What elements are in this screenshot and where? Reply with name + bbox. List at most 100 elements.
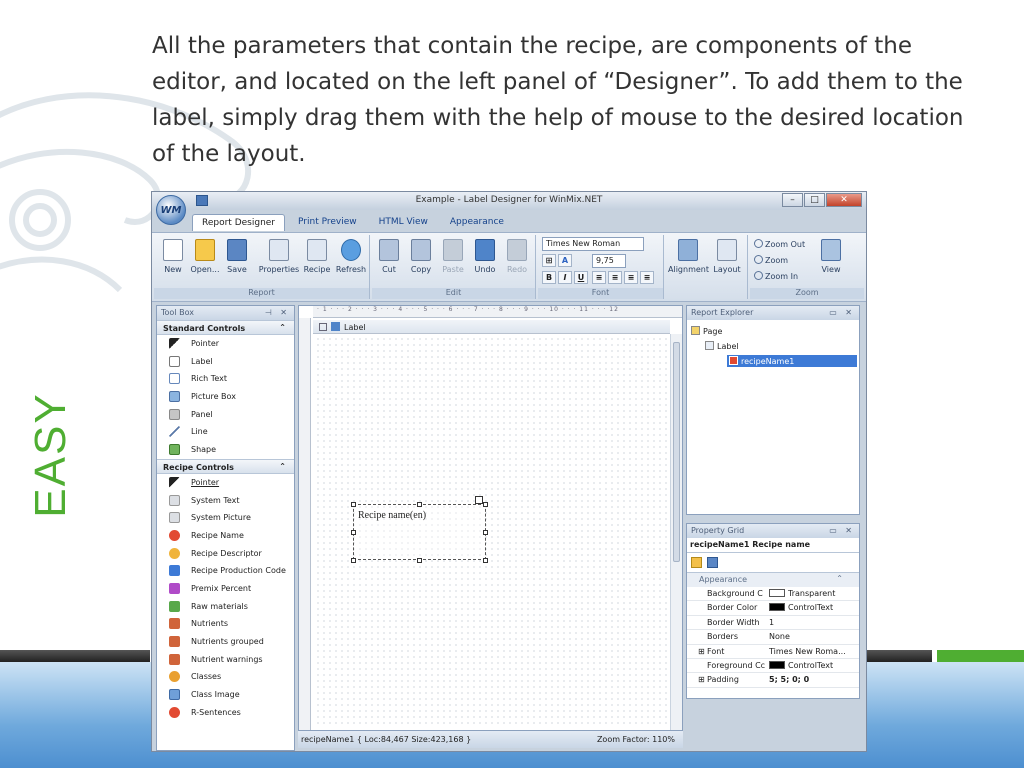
text-style-icon[interactable]: ⊞ bbox=[542, 254, 556, 267]
tool-item[interactable]: Shape bbox=[157, 441, 294, 459]
tab-appearance[interactable]: Appearance bbox=[441, 214, 513, 231]
appearance-category[interactable]: Appearance ⌃ bbox=[687, 573, 859, 587]
property-row[interactable]: Borders None bbox=[687, 630, 859, 645]
resize-handle[interactable] bbox=[351, 530, 356, 535]
tool-item[interactable]: System Text bbox=[157, 492, 294, 510]
tool-item[interactable]: Premix Percent bbox=[157, 580, 294, 598]
property-grid-window-icons[interactable]: ▭ ✕ bbox=[829, 526, 855, 535]
designer-surface[interactable]: · 1 · · · 2 · · · 3 · · · 4 · · · 5 · · … bbox=[298, 305, 683, 747]
expand-icon[interactable]: ⊞ bbox=[698, 647, 705, 656]
italic-button[interactable]: I bbox=[558, 271, 572, 284]
properties-button[interactable]: Properties bbox=[258, 239, 300, 274]
resize-handle[interactable] bbox=[483, 558, 488, 563]
toolbox-pin-close-icons[interactable]: ⊣ ✕ bbox=[265, 308, 290, 317]
copy-button[interactable]: Copy bbox=[406, 239, 436, 274]
refresh-button[interactable]: Refresh bbox=[334, 239, 368, 274]
explorer-window-icons[interactable]: ▭ ✕ bbox=[829, 308, 855, 317]
standard-controls-header[interactable]: Standard Controls ⌃ bbox=[157, 320, 294, 335]
align-left-icon[interactable]: ≡ bbox=[592, 271, 606, 284]
recipe-name-element[interactable]: Recipe name(en) bbox=[353, 504, 486, 560]
tool-item[interactable]: Label bbox=[157, 353, 294, 371]
tool-item[interactable]: Picture Box bbox=[157, 388, 294, 406]
tool-item[interactable]: Raw materials bbox=[157, 598, 294, 616]
tree-node-page[interactable]: Page bbox=[691, 326, 722, 336]
resize-handle[interactable] bbox=[351, 502, 356, 507]
alignment-button[interactable]: Alignment bbox=[668, 239, 709, 274]
design-grid[interactable]: Recipe name(en) bbox=[315, 336, 669, 724]
tool-item[interactable]: Pointer bbox=[157, 474, 294, 492]
open-button[interactable]: Open... bbox=[190, 239, 220, 274]
scroll-thumb[interactable] bbox=[673, 342, 680, 562]
tool-item[interactable]: Recipe Descriptor bbox=[157, 545, 294, 563]
tool-item[interactable]: Rich Text bbox=[157, 370, 294, 388]
resize-handle[interactable] bbox=[483, 502, 488, 507]
maximize-button[interactable]: □ bbox=[804, 193, 825, 207]
redo-button[interactable]: Redo bbox=[502, 239, 532, 274]
categorized-icon[interactable] bbox=[691, 557, 702, 568]
zoom-button[interactable]: Zoom bbox=[754, 255, 788, 265]
zoom-out-button[interactable]: Zoom Out bbox=[754, 239, 805, 249]
label-band-header[interactable]: Label bbox=[313, 320, 670, 334]
tool-item[interactable]: R-Sentences bbox=[157, 704, 294, 722]
nutrients-grouped-icon bbox=[169, 636, 180, 647]
tool-item[interactable]: Pointer bbox=[157, 335, 294, 353]
quick-save-icon[interactable] bbox=[196, 195, 208, 206]
expand-icon[interactable]: ⊞ bbox=[698, 675, 705, 684]
alphabetical-icon[interactable] bbox=[707, 557, 718, 568]
property-row[interactable]: Background C Transparent bbox=[687, 587, 859, 602]
tool-item[interactable]: Class Image bbox=[157, 686, 294, 704]
selected-object-select[interactable]: recipeName1 Recipe name bbox=[687, 538, 859, 553]
tool-item[interactable]: Classes bbox=[157, 668, 294, 686]
tab-html-view[interactable]: HTML View bbox=[370, 214, 437, 231]
tab-print-preview[interactable]: Print Preview bbox=[289, 214, 366, 231]
tool-item[interactable]: Recipe Name bbox=[157, 527, 294, 545]
tab-report-designer[interactable]: Report Designer bbox=[192, 214, 286, 231]
app-orb-button[interactable]: WM bbox=[156, 195, 186, 225]
recipe-button[interactable]: Recipe bbox=[302, 239, 332, 274]
tool-item[interactable]: Panel bbox=[157, 406, 294, 424]
view-button[interactable]: View bbox=[816, 239, 846, 274]
tool-item[interactable]: Nutrient warnings bbox=[157, 651, 294, 669]
tool-item[interactable]: Nutrients grouped bbox=[157, 633, 294, 651]
align-right-icon[interactable]: ≡ bbox=[624, 271, 638, 284]
align-center-icon[interactable]: ≡ bbox=[608, 271, 622, 284]
tool-item[interactable]: Line bbox=[157, 423, 294, 441]
undo-button[interactable]: Undo bbox=[470, 239, 500, 274]
new-button[interactable]: New bbox=[158, 239, 188, 274]
layout-button[interactable]: Layout bbox=[712, 239, 742, 274]
tool-item[interactable]: Recipe Production Code bbox=[157, 562, 294, 580]
raw-materials-icon bbox=[169, 600, 180, 612]
tree-node-label[interactable]: Label bbox=[705, 341, 739, 351]
color-swatch bbox=[769, 589, 785, 597]
minimize-button[interactable]: – bbox=[782, 193, 803, 207]
resize-handle[interactable] bbox=[351, 558, 356, 563]
recipe-controls-header[interactable]: Recipe Controls ⌃ bbox=[157, 458, 294, 474]
property-row[interactable]: ⊞ Font Times New Roma... bbox=[687, 645, 859, 659]
underline-button[interactable]: U bbox=[574, 271, 588, 284]
save-button[interactable]: Save bbox=[222, 239, 252, 274]
property-row[interactable]: Border Width 1 bbox=[687, 616, 859, 631]
property-row[interactable]: ⊞ Padding 5; 5; 0; 0 bbox=[687, 673, 859, 688]
property-row[interactable]: Foreground Cc ControlText bbox=[687, 659, 859, 674]
collapse-box-icon bbox=[319, 323, 327, 331]
vertical-scrollbar[interactable] bbox=[670, 334, 682, 736]
resize-handle[interactable] bbox=[417, 502, 422, 507]
paste-button[interactable]: Paste bbox=[438, 239, 468, 274]
resize-handle[interactable] bbox=[417, 558, 422, 563]
tool-item[interactable]: System Picture bbox=[157, 509, 294, 527]
font-size-select[interactable]: 9,75 bbox=[592, 254, 626, 268]
pointer-icon bbox=[169, 338, 180, 349]
close-button[interactable]: ✕ bbox=[826, 193, 862, 207]
tool-item[interactable]: Nutrients bbox=[157, 615, 294, 633]
tree-node-recipename1[interactable]: recipeName1 bbox=[727, 355, 857, 367]
system-picture-icon bbox=[169, 512, 180, 524]
justify-icon[interactable]: ≡ bbox=[640, 271, 654, 284]
zoom-in-button[interactable]: Zoom In bbox=[754, 271, 798, 281]
property-row[interactable]: Border Color ControlText bbox=[687, 601, 859, 616]
resize-handle[interactable] bbox=[483, 530, 488, 535]
move-handle-icon[interactable] bbox=[475, 496, 483, 504]
font-color-icon[interactable]: A bbox=[558, 254, 572, 267]
cut-button[interactable]: Cut bbox=[374, 239, 404, 274]
bold-button[interactable]: B bbox=[542, 271, 556, 284]
font-family-select[interactable]: Times New Roman bbox=[542, 237, 644, 251]
